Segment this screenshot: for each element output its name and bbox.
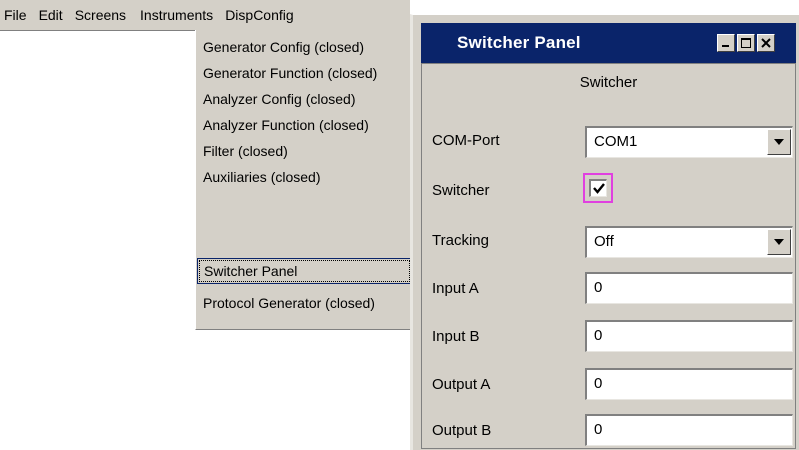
window-title: Switcher Panel [457, 33, 581, 52]
menu-instruments[interactable]: Instruments [132, 0, 219, 30]
switcher-label: Switcher [432, 182, 490, 199]
tracking-select[interactable]: Off [585, 226, 793, 258]
minimize-button[interactable] [717, 34, 735, 52]
output-b-label: Output B [432, 422, 492, 439]
title-bar[interactable]: Switcher Panel [421, 23, 796, 63]
menu-file[interactable]: File [0, 0, 33, 30]
output-a-value: 0 [594, 375, 603, 392]
menu-item-filter[interactable]: Filter (closed) [199, 138, 412, 164]
menu-item-protocol-generator[interactable]: Protocol Generator (closed) [199, 290, 412, 316]
maximize-button[interactable] [737, 34, 755, 52]
menu-item-switcher-panel[interactable]: Switcher Panel [197, 258, 412, 284]
menu-item-generator-config[interactable]: Generator Config (closed) [199, 34, 412, 60]
switcher-checkbox[interactable] [589, 179, 607, 197]
triangle-down-icon [774, 239, 784, 245]
checkmark-icon [592, 183, 605, 194]
input-b-label: Input B [432, 328, 480, 345]
menu-screens[interactable]: Screens [69, 0, 132, 30]
output-b-value: 0 [594, 421, 603, 438]
close-button[interactable] [757, 34, 775, 52]
menu-item-generator-function[interactable]: Generator Function (closed) [199, 60, 412, 86]
output-a-label: Output A [432, 376, 491, 393]
com-port-label: COM-Port [432, 132, 500, 149]
triangle-down-icon [774, 139, 784, 145]
menu-dispconfig[interactable]: DispConfig [219, 0, 299, 30]
output-a-field[interactable]: 0 [585, 368, 793, 400]
section-title: Switcher [579, 74, 638, 91]
tracking-value: Off [594, 233, 614, 250]
menu-item-analyzer-function[interactable]: Analyzer Function (closed) [199, 112, 412, 138]
input-a-field[interactable]: 0 [585, 272, 793, 304]
switcher-panel-window: Switcher Panel Switcher COM-Port COM1 Sw… [410, 14, 799, 450]
com-port-select[interactable]: COM1 [585, 126, 793, 158]
input-a-value: 0 [594, 279, 603, 296]
tracking-dropdown-button[interactable] [767, 229, 791, 255]
input-b-field[interactable]: 0 [585, 320, 793, 352]
menu-bar: File Edit Screens Instruments DispConfig [0, 0, 410, 31]
switcher-checkbox-focus [583, 173, 613, 203]
instruments-dropdown-menu: Generator Config (closed) Generator Func… [195, 30, 412, 330]
menu-item-analyzer-config[interactable]: Analyzer Config (closed) [199, 86, 412, 112]
menu-item-auxiliaries[interactable]: Auxiliaries (closed) [199, 164, 412, 190]
input-b-value: 0 [594, 327, 603, 344]
menu-edit[interactable]: Edit [33, 0, 69, 30]
com-port-value: COM1 [594, 133, 638, 150]
panel-content: Switcher COM-Port COM1 Switcher Tracking… [421, 63, 796, 449]
input-a-label: Input A [432, 280, 479, 297]
output-b-field[interactable]: 0 [585, 414, 793, 446]
maximize-icon [741, 38, 751, 48]
minimize-icon [722, 45, 729, 47]
tracking-label: Tracking [432, 232, 489, 249]
com-port-dropdown-button[interactable] [767, 129, 791, 155]
close-icon [761, 38, 771, 48]
